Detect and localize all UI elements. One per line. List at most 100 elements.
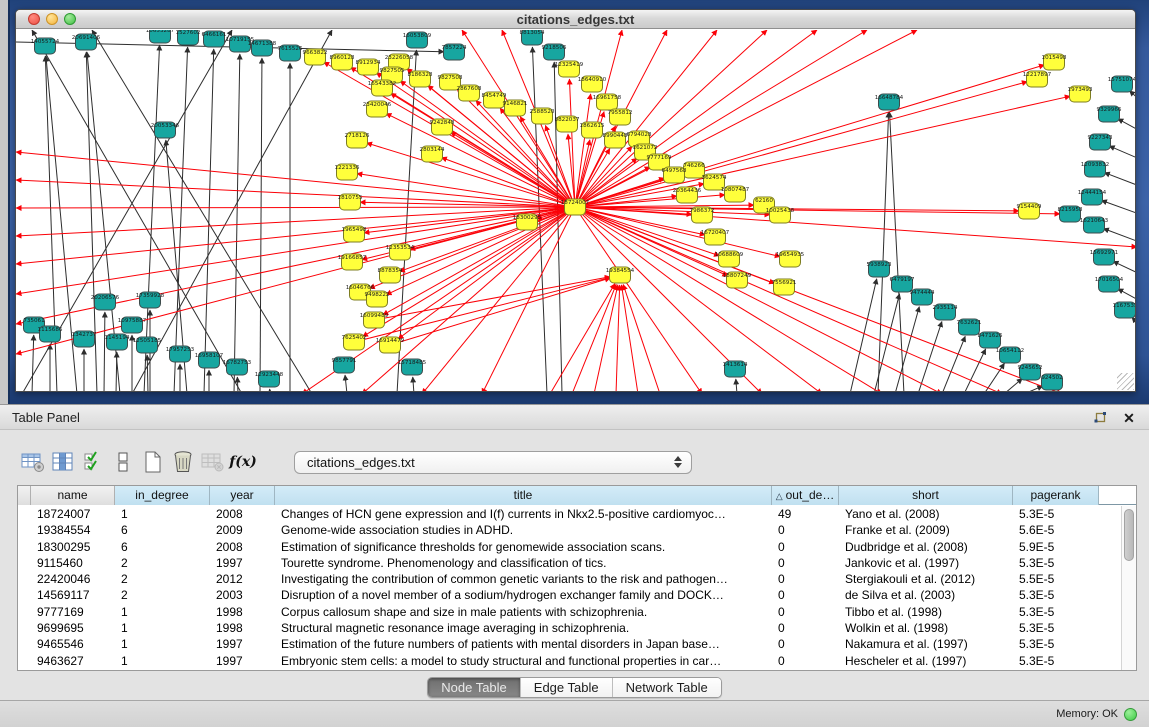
table-row[interactable]: 946362711997Embryonic stem cells: a mode… — [18, 653, 1121, 669]
canvas-resize-grip[interactable] — [1117, 373, 1134, 390]
graph-node[interactable]: 12217897 — [1023, 71, 1052, 87]
graph-node[interactable]: 9857791 — [332, 357, 357, 373]
graph-node[interactable]: 1342737 — [72, 331, 97, 347]
graph-node[interactable]: 1527602 — [176, 30, 201, 45]
graph-node[interactable]: 16053809 — [403, 32, 432, 48]
graph-node[interactable]: 9498222 — [365, 291, 390, 307]
graph-node[interactable]: 6497568 — [662, 167, 687, 183]
column-header-in_degree[interactable]: in_degree — [115, 486, 210, 505]
graph-node[interactable]: 18724007 — [561, 199, 590, 215]
table-row[interactable]: 946554611997Estimation of the future num… — [18, 636, 1121, 652]
graph-node[interactable]: 16720407 — [701, 229, 730, 245]
graph-node[interactable]: 16210643 — [1080, 217, 1109, 233]
tab-edge-table[interactable]: Edge Table — [521, 678, 613, 697]
graph-node[interactable]: 1965498 — [342, 226, 367, 242]
graph-node[interactable]: 16543382 — [368, 80, 396, 96]
row-mode-icon[interactable] — [108, 449, 138, 476]
table-row[interactable]: 969969511998Structural magnetic resonanc… — [18, 620, 1121, 636]
graph-node[interactable]: 12353534 — [386, 244, 415, 260]
graph-node[interactable]: 20364436 — [673, 187, 702, 203]
graph-node[interactable]: 1810755 — [338, 194, 363, 210]
table-row[interactable]: 2242004622012Investigating the contribut… — [18, 571, 1121, 587]
table-settings-icon[interactable] — [18, 449, 48, 476]
graph-node[interactable]: 8471626 — [978, 332, 1003, 348]
graph-node[interactable]: 8912934 — [356, 59, 381, 75]
graph-node[interactable]: 16099489 — [360, 312, 389, 328]
column-select-icon[interactable] — [78, 449, 108, 476]
network-canvas[interactable]: 14055724 20691406 1065328715276026466161 10… — [16, 30, 1135, 391]
tab-network-table[interactable]: Network Table — [613, 678, 721, 697]
graph-node[interactable]: 1167533 — [1113, 302, 1135, 318]
graph-node[interactable]: 17359928 — [136, 292, 165, 308]
graph-node[interactable]: 2935114 — [933, 304, 958, 320]
graph-node[interactable]: 19166857 — [338, 254, 367, 270]
column-header-out_degree[interactable]: △out_de… — [772, 486, 839, 505]
graph-node[interactable]: 16648784 — [875, 94, 904, 110]
graph-node[interactable]: 12505185 — [133, 337, 162, 353]
graph-node[interactable]: 18807249 — [723, 272, 752, 288]
graph-node[interactable]: 1145194 — [105, 334, 130, 350]
graph-node[interactable]: 10807487 — [721, 186, 750, 202]
graph-node[interactable]: 16914479 — [376, 337, 405, 353]
float-panel-icon[interactable] — [1092, 410, 1108, 426]
graph-node[interactable]: 924502 — [1041, 374, 1062, 390]
table-row[interactable]: 1872400712008Changes of HCN gene express… — [18, 506, 1121, 522]
graph-node[interactable]: 10653287 — [146, 30, 175, 43]
graph-node[interactable]: 14055724 — [31, 38, 60, 54]
column-header-pagerank[interactable]: pagerank — [1013, 486, 1099, 505]
graph-node[interactable]: 9227343 — [1088, 134, 1113, 150]
graph-node[interactable]: 12093832 — [1081, 161, 1109, 177]
graph-node[interactable]: 2588520 — [530, 108, 555, 124]
graph-node[interactable]: 17957253 — [166, 346, 195, 362]
table-row[interactable]: 977716911998Corpus callosum shape and si… — [18, 604, 1121, 620]
graph-node[interactable]: 20691406 — [72, 34, 101, 50]
graph-node[interactable]: 7986372 — [690, 207, 715, 223]
graph-node[interactable]: 7857224 — [442, 44, 467, 60]
table-row[interactable]: 1456911722003Disruption of a novel membe… — [18, 587, 1121, 603]
network-graph[interactable]: 14055724 20691406 1065328715276026466161 10… — [16, 30, 1135, 391]
graph-node[interactable]: 16958107 — [195, 352, 224, 368]
delete-table-icon[interactable] — [198, 449, 228, 476]
graph-node[interactable]: 7625402 — [342, 334, 367, 350]
graph-node[interactable]: 1221336 — [335, 164, 360, 180]
graph-node[interactable]: 9242848 — [430, 119, 455, 135]
graph-node[interactable]: 15718485 — [398, 359, 427, 375]
graph-node[interactable]: 23420046 — [363, 101, 392, 117]
column-visibility-icon[interactable] — [48, 449, 78, 476]
graph-node[interactable]: 6466161 — [202, 31, 227, 47]
table-scrollbar[interactable] — [1121, 506, 1136, 670]
graph-node[interactable]: 20206576 — [91, 294, 120, 310]
function-builder-icon[interactable]: f(x) — [228, 449, 258, 476]
graph-node[interactable]: 7556921 — [772, 279, 797, 295]
graph-node[interactable]: 7955812 — [608, 109, 633, 125]
table-row[interactable]: 1938455462009Genome-wide association stu… — [18, 522, 1121, 538]
graph-node[interactable]: 16961758 — [593, 94, 622, 110]
graph-node[interactable]: 16782753 — [223, 359, 252, 375]
table-row[interactable]: 1830029562008Estimation of significance … — [18, 539, 1121, 555]
column-header-year[interactable]: year — [210, 486, 275, 505]
graph-node[interactable]: 10975887 — [118, 317, 147, 333]
graph-node[interactable]: 20053346 — [151, 122, 180, 138]
graph-node[interactable]: 2867608 — [457, 85, 482, 101]
graph-node[interactable]: 14671388 — [248, 40, 277, 56]
graph-node[interactable]: 17016504 — [1095, 276, 1124, 292]
graph-node[interactable]: 19654935 — [776, 251, 805, 267]
graph-node[interactable]: 12444154 — [1078, 189, 1107, 205]
column-header-title[interactable]: title — [275, 486, 772, 505]
graph-node[interactable]: 10025438 — [766, 207, 795, 223]
graph-node[interactable]: 1862615 — [580, 122, 605, 138]
graph-node[interactable]: 9245652 — [1018, 364, 1043, 380]
graph-node[interactable]: 9329966 — [1097, 106, 1122, 122]
column-header-name[interactable]: name — [31, 486, 115, 505]
graph-node[interactable]: 8878354 — [378, 267, 403, 283]
graph-node[interactable]: 9663822 — [303, 49, 328, 65]
graph-node[interactable]: 9146821 — [503, 100, 528, 116]
graph-node[interactable]: 10688609 — [715, 251, 744, 267]
graph-node[interactable]: 19384554 — [606, 267, 635, 283]
delete-column-icon[interactable] — [168, 449, 198, 476]
create-column-icon[interactable] — [138, 449, 168, 476]
graph-node[interactable]: 8822037 — [555, 116, 580, 132]
graph-node[interactable]: 1115686 — [38, 326, 63, 342]
column-header-gutter[interactable] — [18, 486, 31, 505]
graph-node[interactable]: 18300295 — [513, 214, 542, 230]
